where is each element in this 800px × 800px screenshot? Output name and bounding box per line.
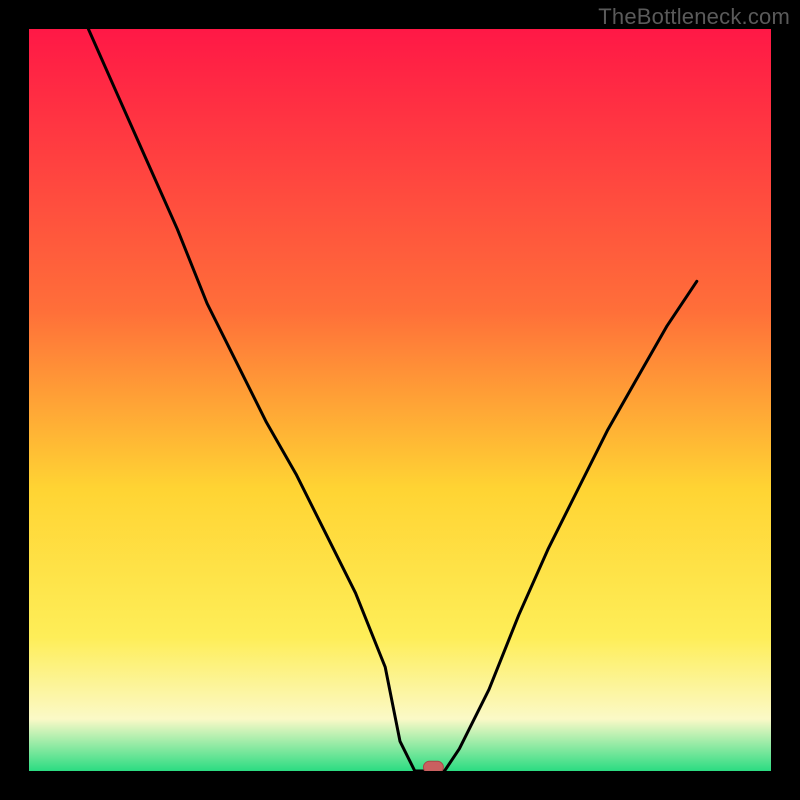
chart-svg — [29, 29, 771, 771]
gradient-background — [29, 29, 771, 771]
bottleneck-chart — [29, 29, 771, 771]
optimal-marker — [423, 761, 443, 771]
watermark-text: TheBottleneck.com — [598, 4, 790, 30]
chart-frame: TheBottleneck.com — [0, 0, 800, 800]
